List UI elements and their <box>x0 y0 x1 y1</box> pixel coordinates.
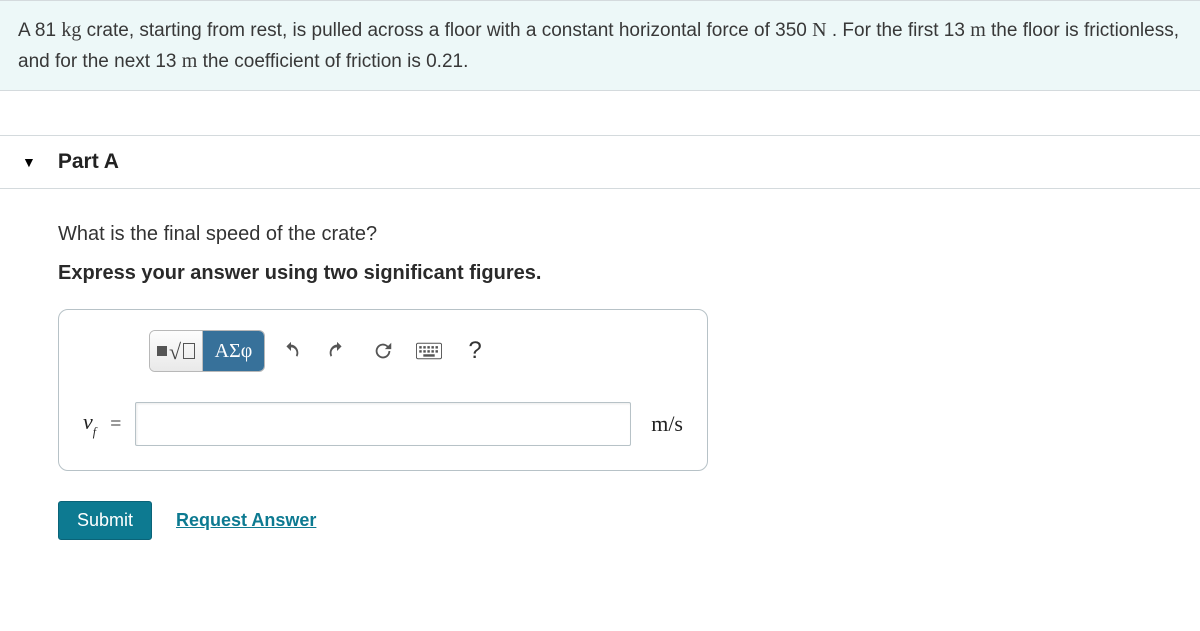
answer-input-row: vf = m/s <box>83 402 683 446</box>
math-template-button[interactable]: √ <box>150 331 202 371</box>
part-body: What is the final speed of the crate? Ex… <box>0 189 1200 570</box>
collapse-caret-icon: ▼ <box>22 154 36 170</box>
keyboard-icon <box>416 342 442 360</box>
reset-icon <box>372 340 394 362</box>
redo-button[interactable] <box>317 330 357 372</box>
fraction-sqrt-icon: √ <box>157 338 195 364</box>
template-button-group: √ ΑΣφ <box>149 330 265 372</box>
greek-label: ΑΣφ <box>215 340 253 363</box>
answer-input[interactable] <box>135 402 631 446</box>
part-header[interactable]: ▼ Part A <box>0 135 1200 189</box>
equals-sign: = <box>110 413 121 436</box>
problem-text: A 81 kg crate, starting from rest, is pu… <box>18 20 1179 72</box>
unit-label: m/s <box>651 411 683 437</box>
keyboard-button[interactable] <box>409 330 449 372</box>
submit-button[interactable]: Submit <box>58 501 152 540</box>
undo-icon <box>280 340 302 362</box>
question-text: What is the final speed of the crate? <box>58 223 1200 246</box>
help-button[interactable]: ? <box>455 330 495 372</box>
instruction-text: Express your answer using two significan… <box>58 262 1200 285</box>
request-answer-link[interactable]: Request Answer <box>176 510 316 531</box>
problem-statement: A 81 kg crate, starting from rest, is pu… <box>0 0 1200 91</box>
answer-box: √ ΑΣφ <box>58 309 708 471</box>
help-icon: ? <box>468 337 481 365</box>
variable-label: vf <box>83 409 96 438</box>
greek-symbols-button[interactable]: ΑΣφ <box>202 331 264 371</box>
reset-button[interactable] <box>363 330 403 372</box>
redo-icon <box>326 340 348 362</box>
part-label: Part A <box>58 150 119 174</box>
undo-button[interactable] <box>271 330 311 372</box>
equation-toolbar: √ ΑΣφ <box>149 330 683 372</box>
action-row: Submit Request Answer <box>58 501 1200 540</box>
